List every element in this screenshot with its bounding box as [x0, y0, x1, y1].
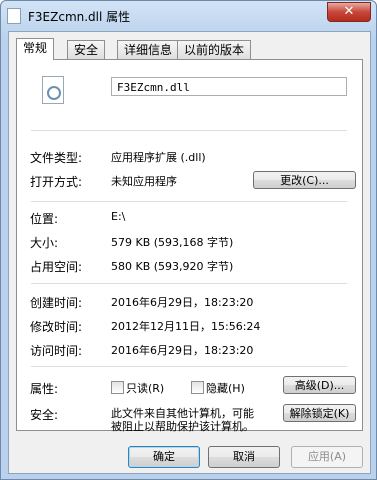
- filename-input[interactable]: F3EZcmn.dll: [111, 77, 347, 96]
- tab-security[interactable]: 安全: [67, 40, 106, 59]
- size-on-disk-label: 占用空间:: [30, 260, 83, 274]
- divider: [31, 366, 347, 367]
- hidden-checkbox[interactable]: [191, 381, 204, 394]
- divider: [31, 283, 347, 284]
- location-value: E:\: [111, 210, 126, 223]
- file-type-value: 应用程序扩展 (.dll): [111, 151, 206, 164]
- general-panel: F3EZcmn.dll 文件类型: 应用程序扩展 (.dll) 打开方式: 未知…: [16, 59, 363, 433]
- accessed-label: 访问时间:: [30, 344, 83, 358]
- close-button[interactable]: ✕: [327, 2, 371, 22]
- advanced-button[interactable]: 高级(D)...: [283, 376, 356, 394]
- size-value: 579 KB (593,168 字节): [111, 236, 234, 249]
- properties-window: F3EZcmn.dll 属性 ✕ 常规 安全 详细信息 以前的版本 F3EZcm…: [0, 0, 377, 480]
- attributes-label: 属性:: [30, 382, 59, 396]
- accessed-value: 2016年6月29日，18:23:20: [111, 344, 254, 357]
- location-label: 位置:: [30, 212, 59, 226]
- readonly-label[interactable]: 只读(R): [126, 380, 164, 396]
- tab-previous-versions[interactable]: 以前的版本: [177, 40, 252, 59]
- ok-button[interactable]: 确定: [128, 446, 200, 468]
- size-label: 大小:: [30, 236, 59, 250]
- hidden-label[interactable]: 隐藏(H): [206, 380, 245, 396]
- modified-value: 2012年12月11日，15:56:24: [111, 320, 261, 333]
- created-value: 2016年6月29日，18:23:20: [111, 296, 254, 309]
- tab-details[interactable]: 详细信息: [117, 40, 180, 59]
- divider: [31, 130, 347, 131]
- dialog-client: 常规 安全 详细信息 以前的版本 F3EZcmn.dll 文件类型: 应用程序扩…: [8, 31, 371, 474]
- size-on-disk-value: 580 KB (593,920 字节): [111, 260, 234, 273]
- window-title: F3EZcmn.dll 属性: [28, 10, 131, 24]
- created-label: 创建时间:: [30, 296, 83, 310]
- file-type-label: 文件类型:: [30, 151, 83, 165]
- opens-with-value: 未知应用程序: [111, 175, 177, 188]
- security-label: 安全:: [30, 408, 59, 422]
- file-icon-small: [7, 8, 21, 24]
- divider: [31, 201, 347, 202]
- apply-button[interactable]: 应用(A): [291, 446, 363, 468]
- dll-file-icon: [42, 76, 64, 104]
- tab-general[interactable]: 常规: [16, 38, 55, 60]
- opens-with-label: 打开方式:: [30, 175, 83, 189]
- unblock-button[interactable]: 解除锁定(K): [283, 404, 356, 422]
- modified-label: 修改时间:: [30, 320, 83, 334]
- title-bar[interactable]: F3EZcmn.dll 属性 ✕: [1, 1, 376, 31]
- change-button[interactable]: 更改(C)...: [253, 171, 356, 189]
- security-text-line2: 被阻止以帮助保护该计算机。: [111, 420, 254, 433]
- readonly-checkbox[interactable]: [111, 381, 124, 394]
- cancel-button[interactable]: 取消: [208, 446, 280, 468]
